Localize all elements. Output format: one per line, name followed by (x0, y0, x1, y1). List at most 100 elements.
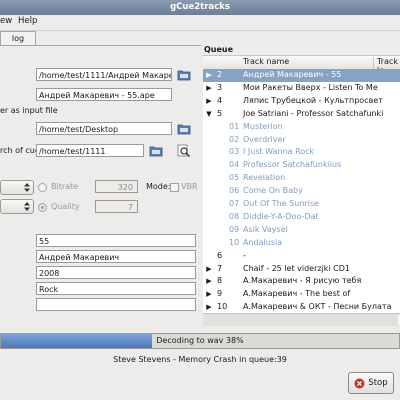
queue-album-row[interactable]: ▶ 9 А.Макаревич - The best of (203, 288, 400, 301)
row-track-name: Andalusia (243, 237, 283, 247)
row-track-name: I Just Wanna Rock (243, 147, 315, 157)
open-folder-icon[interactable] (175, 67, 192, 83)
comment-field[interactable] (36, 298, 196, 311)
queue-album-row[interactable]: ▶ 8 А.Макаревич - Я рисую тебя (203, 275, 400, 288)
output-dir-field[interactable]: /home/test/Desktop (36, 122, 172, 135)
row-track-name: Мои Ракеты Вверх - Listen To Me (243, 82, 378, 92)
row-number: 09 (229, 224, 240, 234)
queue-track-row[interactable]: 10 Andalusia (203, 237, 400, 250)
vbr-label: VBR (181, 182, 198, 191)
row-number: 06 (229, 186, 240, 196)
search-dir-field[interactable]: /home/test/1111 (36, 144, 144, 157)
row-track-name: Come On Baby (243, 186, 303, 196)
row-number: 2 (217, 70, 223, 79)
bitrate-radio[interactable] (38, 183, 47, 192)
row-number: 05 (229, 173, 240, 183)
vbr-checkbox[interactable] (170, 183, 179, 192)
queue-track-row[interactable]: 07 Out Of The Sunrise (203, 198, 400, 211)
row-number: 6 (217, 250, 223, 260)
queue-album-row[interactable]: ▶ 4 Ляпис Трубецкой - Культпросвет (203, 95, 400, 108)
output-folder-icon[interactable] (175, 121, 192, 137)
row-number: 3 (217, 82, 223, 92)
row-number: 02 (229, 134, 240, 144)
stop-icon (354, 378, 365, 388)
mode-label: Mode: (146, 182, 171, 191)
queue-list[interactable]: ▶ 2 Андрей Макаревич - 55 ▶ 3 Мои Ракеты Ввер… (203, 69, 400, 313)
cue-path-field[interactable]: /home/test/1111/Андрей Макаревич (36, 68, 172, 81)
row-track-name: А.Макаревич - Я рисую тебя (243, 276, 362, 286)
row-track-name: Ляпис Трубецкой - Культпросвет (243, 95, 383, 105)
artist-field[interactable]: Андрей Макаревич (36, 250, 196, 263)
quality-field[interactable]: 7 (95, 200, 138, 213)
column-track-name[interactable]: Track name (243, 57, 289, 66)
queue-header: Track name Track le (203, 55, 400, 75)
row-track-name: Asik Vaysel (243, 224, 288, 234)
tab-log[interactable]: log (0, 31, 36, 46)
output-label: er as input file (0, 106, 58, 115)
expander-closed-icon[interactable]: ▶ (206, 69, 212, 82)
queue-album-row[interactable]: ▶ 3 Мои Ракеты Вверх - Listen To Me (203, 82, 400, 95)
expander-closed-icon[interactable]: ▶ (206, 82, 212, 95)
queue-track-row[interactable]: 08 Diddle-Y-A-Doo-Dat (203, 211, 400, 224)
menu-view[interactable]: ew (0, 16, 12, 26)
window-titlebar: gCue2tracks (0, 0, 400, 15)
queue-track-row[interactable]: 01 Musterion (203, 121, 400, 134)
search-icon[interactable] (175, 143, 192, 159)
image-file-field[interactable]: Андрей Макаревич - 55.ape (36, 88, 172, 101)
row-track-name: Андрей Макаревич - 55 (243, 70, 342, 79)
row-number: 4 (217, 95, 223, 105)
queue-album-row[interactable]: ▶ 2 Андрей Макаревич - 55 (203, 69, 400, 82)
queue-track-row[interactable]: 04 Professor Satchafunkilus (203, 159, 400, 172)
year-field[interactable]: 2008 (36, 266, 196, 279)
row-track-name: - (243, 250, 246, 260)
queue-album-row[interactable]: ▶ 10 А.Макаревич & ОКТ - Песни Булата (203, 301, 400, 313)
encoder-combo[interactable] (0, 180, 34, 195)
menu-bar: ew Help (0, 15, 400, 31)
queue-track-row[interactable]: 05 Revelation (203, 172, 400, 185)
queue-track-row[interactable]: 06 Come On Baby (203, 185, 400, 198)
expander-closed-icon[interactable]: ▶ (206, 301, 212, 313)
combo-arrows-icon (24, 202, 30, 211)
queue-album-row[interactable]: ▶ 7 Chaif - 25 let viderzjki CD1 (203, 263, 400, 276)
genre-field[interactable]: Rock (36, 282, 196, 295)
expander-closed-icon[interactable]: ▶ (206, 275, 212, 288)
queue-title: Queue (204, 45, 234, 54)
expander-open-icon[interactable]: ▼ (206, 108, 212, 121)
stop-button[interactable]: Stop (348, 372, 394, 394)
row-number: 03 (229, 147, 240, 157)
queue-track-row[interactable]: 03 I Just Wanna Rock (203, 146, 400, 159)
row-track-name: Diddle-Y-A-Doo-Dat (243, 211, 319, 221)
row-number: 04 (229, 160, 240, 170)
row-number: 9 (217, 289, 223, 299)
row-number: 10 (217, 302, 228, 312)
expander-closed-icon[interactable]: ▶ (206, 263, 212, 276)
progress-text: Decoding to wav 38% (156, 336, 244, 345)
window-title: gCue2tracks (170, 2, 230, 12)
queue-album-row[interactable]: 6- (203, 250, 400, 263)
expander-closed-icon[interactable]: ▶ (206, 288, 212, 301)
stop-label: Stop (368, 378, 388, 388)
format-combo[interactable] (0, 199, 34, 214)
row-number: 5 (217, 108, 223, 118)
queue-album-row[interactable]: ▼ 5 Joe Satriani - Professor Satchafunki (203, 108, 400, 121)
expander-closed-icon[interactable]: ▶ (206, 95, 212, 108)
row-number: 07 (229, 199, 240, 208)
queue-track-row[interactable]: 02 Overdriver (203, 134, 400, 147)
menu-help[interactable]: Help (18, 16, 37, 26)
status-bar: Steve Stevens - Memory Crash in queue:39 (0, 352, 400, 368)
row-track-name: А.Макаревич & ОКТ - Песни Булата (243, 302, 392, 312)
row-track-name: Joe Satriani - Professor Satchafunki (243, 108, 384, 118)
row-track-name: Chaif - 25 let viderzjki CD1 (243, 263, 351, 273)
combo-arrows-icon (24, 183, 30, 192)
row-number: 10 (229, 237, 240, 247)
bitrate-label: Bitrate (51, 182, 79, 191)
quality-radio[interactable] (38, 203, 47, 212)
album-field[interactable]: 55 (36, 234, 196, 247)
row-number: 08 (229, 211, 240, 221)
bitrate-field[interactable]: 320 (95, 180, 138, 193)
search-folder-icon[interactable] (147, 143, 164, 159)
status-text: Steve Stevens - Memory Crash in queue:39 (113, 355, 287, 364)
search-label: rch of cue (0, 146, 40, 155)
queue-scrollbar[interactable] (203, 313, 400, 326)
queue-track-row[interactable]: 09 Asik Vaysel (203, 224, 400, 237)
